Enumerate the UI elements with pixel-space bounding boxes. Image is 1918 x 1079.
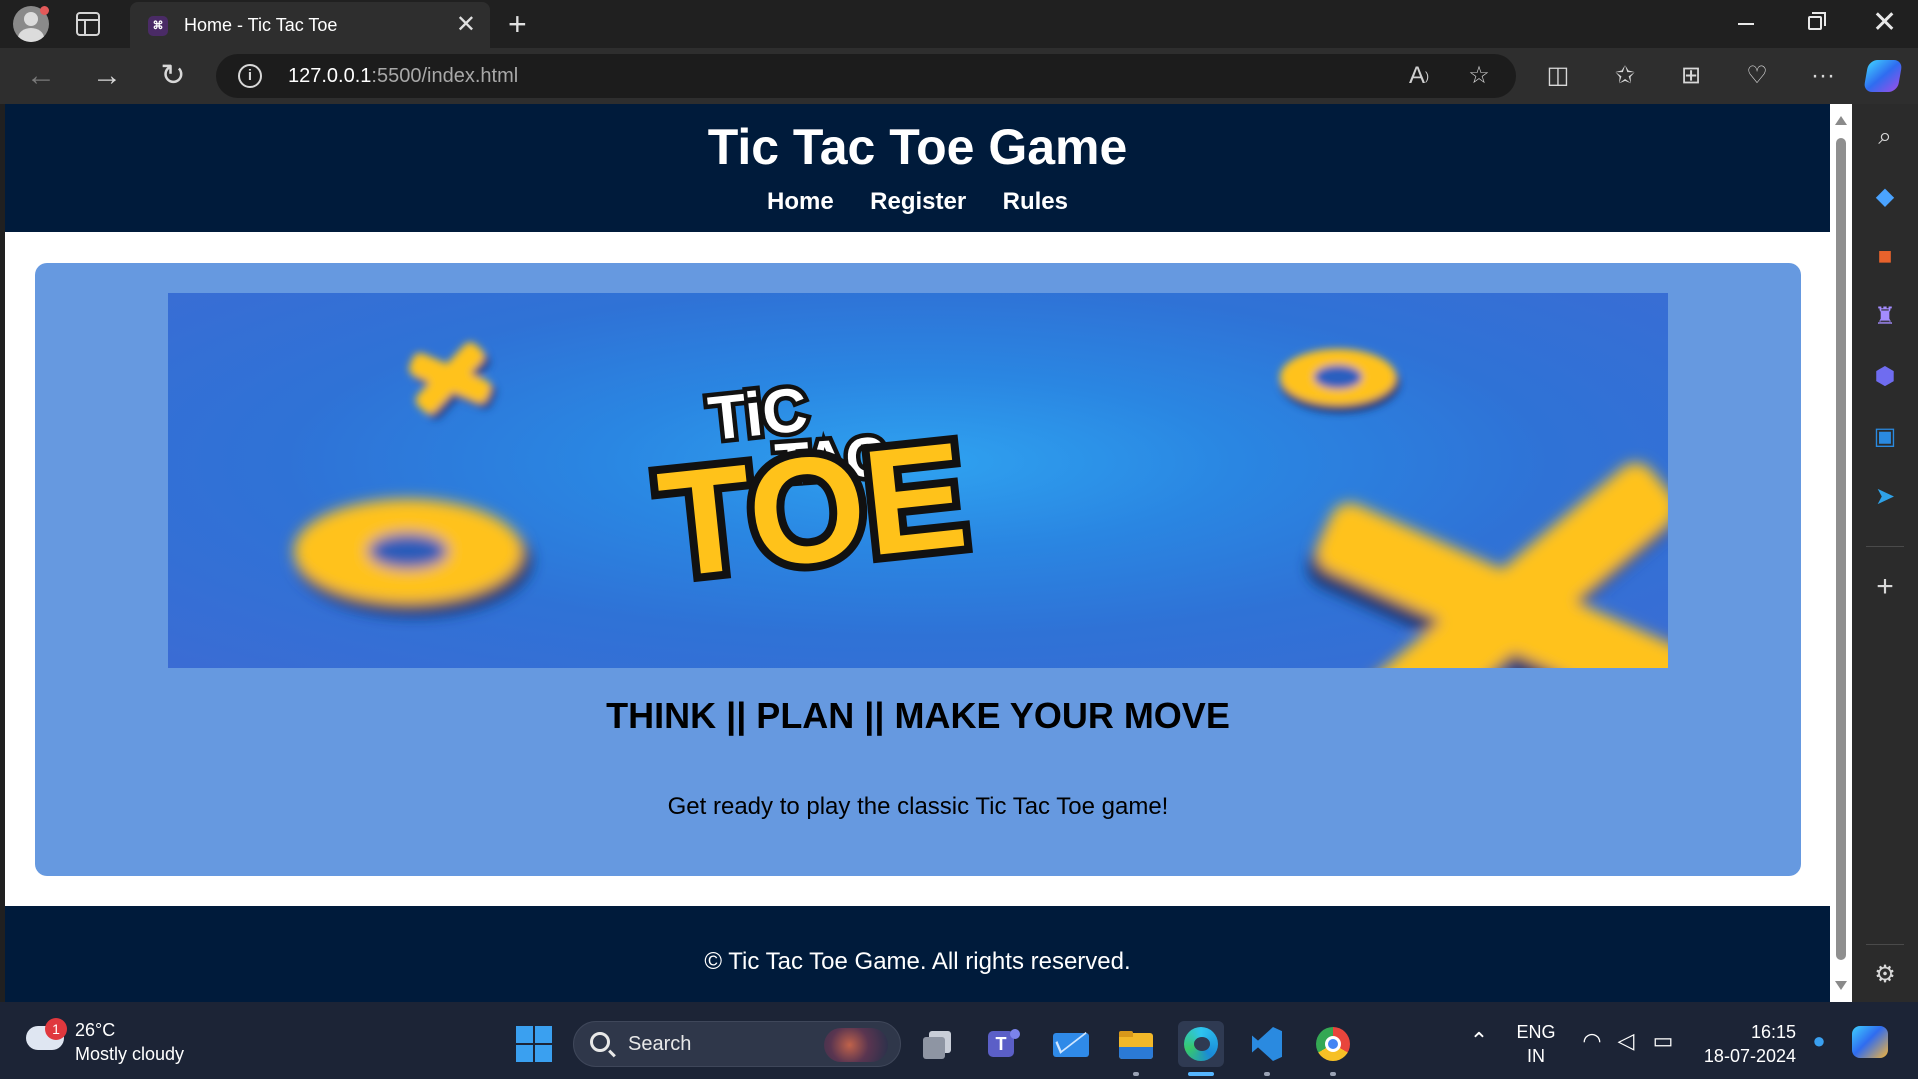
sidebar-microsoft-365-icon[interactable]: ⬢ [1870,362,1900,392]
o-mark-large-icon [294,499,532,616]
vscode-icon[interactable] [1244,1021,1290,1067]
x-mark-small-icon [409,342,497,420]
back-arrow-icon[interactable]: ← [21,56,61,96]
nav-link-register[interactable]: Register [870,188,966,216]
site-footer: © Tic Tac Toe Game. All rights reserved. [5,906,1830,1002]
language-indicator-line2[interactable]: IN [1510,1046,1562,1067]
tab-actions-icon[interactable] [76,12,100,36]
copilot-icon[interactable] [1863,60,1903,92]
collections-icon[interactable]: ⊞ [1671,56,1711,96]
banner-artwork: TiC TAC TOE [294,342,1668,668]
sidebar-tools-briefcase-icon[interactable]: ■ [1870,242,1900,272]
favorites-icon[interactable]: ✩ [1605,56,1645,96]
edge-active-indicator [1188,1072,1214,1076]
page-viewport: Tic Tac Toe Game Home Register Rules TiC… [5,104,1830,1002]
nav-link-rules[interactable]: Rules [1003,188,1068,216]
site-title: Tic Tac Toe Game [707,119,1128,175]
logo-line-toe: TOE [652,410,974,609]
vscode-running-indicator [1264,1072,1270,1076]
taskbar-clock-date[interactable]: 18-07-2024 [1690,1046,1796,1067]
tic-tac-toe-banner-image: TiC TAC TOE [168,293,1668,668]
windows-taskbar: 1 26°C Mostly cloudy Search T ⌃ ENG IN ◠… [0,1002,1918,1079]
task-view-icon[interactable] [915,1021,961,1067]
language-indicator-line1[interactable]: ENG [1510,1022,1562,1043]
weather-badge: 1 [45,1018,67,1040]
weather-temperature[interactable]: 26°C [75,1020,115,1041]
address-bar[interactable]: i 127.0.0.1:5500/index.html A) ☆ [216,54,1516,98]
browser-essentials-icon[interactable]: ♡ [1737,56,1777,96]
url-host: 127.0.0.1 [288,65,372,87]
copilot-taskbar-icon[interactable] [1852,1026,1888,1058]
sidebar-games-icon[interactable]: ♜ [1870,302,1900,332]
o-mark-small-icon [1280,349,1400,413]
edge-browser-icon[interactable] [1178,1021,1224,1067]
weather-description[interactable]: Mostly cloudy [75,1044,184,1065]
profile-notification-dot [40,6,49,15]
browser-tab-home[interactable]: ⌘ Home - Tic Tac Toe ✕ [130,2,490,48]
file-explorer-running-indicator [1133,1072,1139,1076]
page-scrollbar[interactable] [1830,104,1852,1002]
taskbar-search-box[interactable]: Search [573,1021,901,1067]
window-minimize-icon[interactable] [1738,23,1754,25]
new-tab-icon[interactable]: + [508,6,527,42]
hero-intro-text: Get ready to play the classic Tic Tac To… [667,793,1169,820]
sidebar-telegram-icon[interactable]: ➤ [1870,482,1900,512]
hero-tagline: THINK || PLAN || MAKE YOUR MOVE [606,695,1230,736]
sidebar-outlook-icon[interactable]: ▣ [1870,422,1900,452]
sidebar-settings-gear-icon[interactable]: ⚙ [1870,960,1900,990]
hero-section: TiC TAC TOE THINK || PLAN || MAKE YOUR M… [35,263,1801,876]
taskbar-clock-time[interactable]: 16:15 [1690,1022,1796,1043]
scrollbar-thumb[interactable] [1836,138,1846,960]
site-nav: Home Register Rules [5,188,1830,216]
url-path: :5500/index.html [371,65,519,87]
show-hidden-icons-chevron-icon[interactable]: ⌃ [1466,1028,1492,1054]
taskbar-search-label: Search [628,1033,692,1055]
chrome-running-indicator [1330,1072,1336,1076]
forward-arrow-icon[interactable]: → [87,56,127,96]
mail-icon[interactable] [1047,1021,1093,1067]
battery-icon[interactable]: ▭ [1648,1028,1678,1054]
nav-link-home[interactable]: Home [767,188,834,216]
site-info-icon[interactable]: i [238,64,262,88]
browser-tab-strip: ⌘ Home - Tic Tac Toe ✕ + ✕ [0,0,1918,48]
sidebar-divider [1866,546,1904,547]
footer-copyright: © Tic Tac Toe Game. All rights reserved. [704,948,1131,975]
browser-toolbar: ← → ↻ i 127.0.0.1:5500/index.html A) ☆ ◫… [0,48,1918,104]
chrome-icon[interactable] [1310,1021,1356,1067]
browser-sidebar: ⌕ ◆ ■ ♜ ⬢ ▣ ➤ + ⚙ [1852,104,1918,1002]
wifi-icon[interactable]: ◠ [1578,1028,1606,1054]
tab-close-icon[interactable]: ✕ [456,11,476,39]
sidebar-divider [1866,944,1904,945]
teams-icon[interactable]: T [980,1021,1026,1067]
reload-icon[interactable]: ↻ [153,56,193,96]
tab-title: Home - Tic Tac Toe [184,15,338,35]
notification-bell-icon[interactable]: ● [1806,1028,1832,1054]
file-explorer-icon[interactable] [1113,1021,1159,1067]
settings-more-icon[interactable]: ··· [1803,56,1843,96]
search-icon [590,1032,610,1052]
sidebar-search-icon[interactable]: ⌕ [1870,122,1900,152]
scroll-down-arrow-icon[interactable] [1835,981,1847,990]
search-highlight-image [824,1028,888,1062]
scroll-up-arrow-icon[interactable] [1835,116,1847,125]
x-mark-large-icon [1308,463,1668,668]
favorite-star-icon[interactable]: ☆ [1462,60,1496,92]
window-restore-icon[interactable] [1808,12,1826,30]
site-header: Tic Tac Toe Game Home Register Rules [5,104,1830,232]
volume-icon[interactable]: ◁ [1612,1028,1640,1054]
window-close-icon[interactable]: ✕ [1872,6,1897,40]
split-screen-icon[interactable]: ◫ [1538,56,1578,96]
read-aloud-icon[interactable]: A) [1402,60,1436,92]
sidebar-shopping-tag-icon[interactable]: ◆ [1870,182,1900,212]
tab-favicon-icon: ⌘ [148,16,168,36]
windows-start-icon[interactable] [516,1026,552,1062]
tic-tac-toe-logo: TiC TAC TOE [644,371,982,617]
sidebar-add-icon[interactable]: + [1870,572,1900,602]
url-text[interactable]: 127.0.0.1:5500/index.html [288,65,518,88]
